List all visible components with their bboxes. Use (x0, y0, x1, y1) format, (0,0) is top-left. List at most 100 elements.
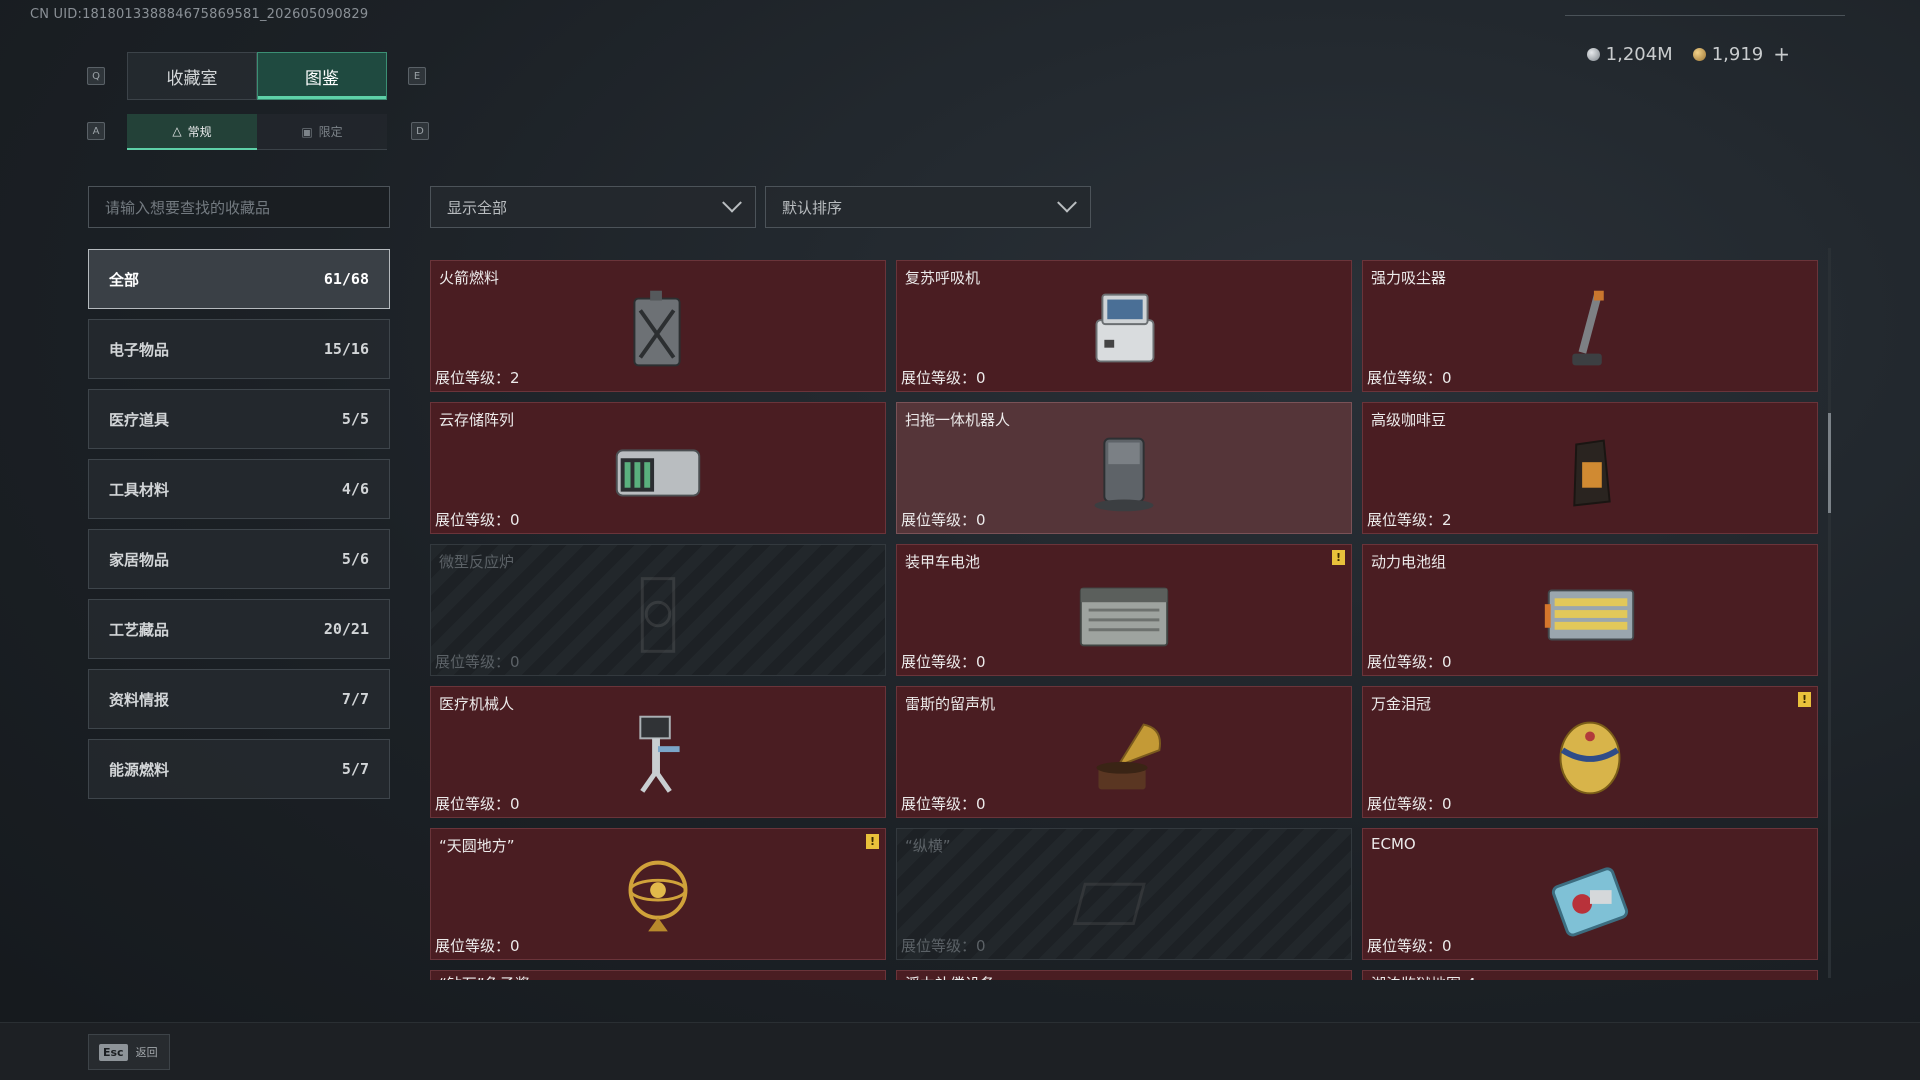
uid-label: CN UID:1818013388846758695​81_2026050908… (30, 7, 369, 22)
collection-item-card[interactable]: 复苏呼吸机 展位等级：0 (896, 260, 1352, 392)
sub-tabs: △ 常规 ▣ 限定 (127, 114, 387, 150)
category-count: 20/21 (323, 620, 369, 638)
item-display-level: 展位等级：2 (435, 369, 520, 387)
category-count: 61/68 (323, 270, 369, 288)
item-display-level: 展位等级：2 (1367, 511, 1452, 529)
ecmo-icon (1525, 843, 1655, 953)
collection-item-card[interactable]: 微型反应炉 展位等级：0 (430, 544, 886, 676)
collection-item-card[interactable]: 火箭燃料 展位等级：2 (430, 260, 886, 392)
collection-item-card[interactable]: “钻石”鱼子酱 (430, 970, 886, 980)
next-tab-key-hint[interactable]: E (408, 67, 426, 85)
category-energy[interactable]: 能源燃料 5/7 (88, 739, 390, 799)
filter-dropdown[interactable]: 显示全部 (430, 186, 756, 228)
alert-badge-icon: ! (1798, 692, 1811, 707)
sort-dropdown[interactable]: 默认排序 (765, 186, 1091, 228)
item-name: 雷斯的留声机 (905, 695, 996, 713)
category-label: 电子物品 (109, 340, 170, 359)
back-label: 返回 (135, 1046, 158, 1059)
category-label: 能源燃料 (109, 760, 170, 779)
item-display-level: 展位等级：0 (1367, 653, 1452, 671)
collection-item-card[interactable]: 扫拖一体机器人 展位等级：0 (896, 402, 1352, 534)
item-name: 高级咖啡豆 (1371, 411, 1447, 429)
vacuum-icon (1525, 275, 1655, 385)
subtab-regular-label: 常规 (187, 124, 212, 139)
collection-item-card[interactable]: 云存储阵列 展位等级：0 (430, 402, 886, 534)
filter-dropdown-value: 显示全部 (447, 198, 508, 217)
category-home[interactable]: 家居物品 5/6 (88, 529, 390, 589)
main-tabs: 收藏室 图鉴 (127, 52, 387, 100)
tab-catalog[interactable]: 图鉴 (257, 52, 387, 100)
item-name: 云存储阵列 (439, 411, 515, 429)
gold-currency[interactable]: 1,919 + (1692, 42, 1790, 66)
category-list: 全部 61/68 电子物品 15/16 医疗道具 5/5 工具材料 4/6 家居物品 5/… (88, 249, 390, 809)
item-display-level: 展位等级：0 (1367, 937, 1452, 955)
collection-item-card[interactable]: 万金泪冠 展位等级：0! (1362, 686, 1818, 818)
gramophone-icon (1059, 701, 1189, 811)
medical-robot-icon (593, 701, 723, 811)
category-label: 医疗道具 (109, 410, 170, 429)
add-currency-button[interactable]: + (1773, 42, 1790, 66)
category-label: 工具材料 (109, 480, 170, 499)
item-name: 复苏呼吸机 (905, 269, 981, 287)
item-display-level: 展位等级：0 (901, 795, 986, 813)
category-count: 5/6 (341, 550, 369, 568)
category-label: 全部 (109, 270, 140, 289)
category-medical[interactable]: 医疗道具 5/5 (88, 389, 390, 449)
item-name: 强力吸尘器 (1371, 269, 1447, 287)
category-electronics[interactable]: 电子物品 15/16 (88, 319, 390, 379)
collection-item-card[interactable]: 浮力补偿设备 (896, 970, 1352, 980)
item-display-level: 展位等级：0 (901, 653, 986, 671)
item-name: 扫拖一体机器人 (905, 411, 1011, 429)
collection-item-card[interactable]: “纵横” 展位等级：0 (896, 828, 1352, 960)
alert-badge-icon: ! (866, 834, 879, 849)
collection-item-card[interactable]: 强力吸尘器 展位等级：0 (1362, 260, 1818, 392)
robot-mop-icon (1059, 417, 1189, 527)
search-input[interactable]: 请输入想要查找的收藏品 (88, 186, 390, 228)
collection-item-card[interactable]: “天圆地方” 展位等级：0! (430, 828, 886, 960)
category-count: 15/16 (323, 340, 369, 358)
collection-item-card[interactable]: 医疗机械人 展位等级：0 (430, 686, 886, 818)
subtab-regular[interactable]: △ 常规 (127, 114, 257, 150)
category-label: 家居物品 (109, 550, 170, 569)
item-name: “天圆地方” (439, 837, 515, 855)
item-display-level: 展位等级：0 (435, 937, 520, 955)
esc-key-icon: Esc (99, 1043, 128, 1061)
collection-item-card[interactable]: ECMO 展位等级：0 (1362, 828, 1818, 960)
scroll-thumb[interactable] (1828, 413, 1831, 513)
header-divider (1565, 15, 1845, 16)
category-crafts[interactable]: 工艺藏品 20/21 (88, 599, 390, 659)
reactor-icon (593, 559, 723, 669)
category-tools[interactable]: 工具材料 4/6 (88, 459, 390, 519)
collection-item-card[interactable]: 高级咖啡豆展位等级：2 (1362, 402, 1818, 534)
gold-amount: 1,919 (1711, 43, 1764, 65)
category-label: 工艺藏品 (109, 620, 170, 639)
subtab-limited-label: 限定 (318, 125, 343, 139)
collection-item-card[interactable]: 湖泊监狱地图-4 (1362, 970, 1818, 980)
fuel-can-icon (593, 275, 723, 385)
prev-tab-key-hint[interactable]: Q (87, 67, 105, 85)
jeweled-egg-icon (1525, 701, 1655, 811)
item-name: 浮力补偿设备 (905, 973, 995, 980)
tab-collection-room[interactable]: 收藏室 (127, 52, 257, 100)
subtab-limited[interactable]: ▣ 限定 (257, 114, 387, 150)
category-all[interactable]: 全部 61/68 (88, 249, 390, 309)
collection-grid: 火箭燃料 展位等级：2 复苏呼吸机 展位等级：0 强力吸尘器 展位等级：0 云存储阵列 展位等… (430, 248, 1820, 980)
sort-dropdown-value: 默认排序 (782, 198, 843, 217)
grid-scrollbar[interactable] (1828, 248, 1831, 978)
item-name: 动力电池组 (1371, 553, 1447, 571)
prev-subtab-key-hint[interactable]: A (87, 122, 105, 140)
collection-item-card[interactable]: 雷斯的留声机展位等级：0 (896, 686, 1352, 818)
item-name: 湖泊监狱地图-4 (1371, 973, 1476, 980)
collection-item-card[interactable]: 动力电池组展位等级：0 (1362, 544, 1818, 676)
item-name: 万金泪冠 (1371, 695, 1432, 713)
item-display-level: 展位等级：0 (435, 795, 520, 813)
category-intel[interactable]: 资料情报 7/7 (88, 669, 390, 729)
back-button[interactable]: Esc 返回 (88, 1034, 170, 1070)
next-subtab-key-hint[interactable]: D (411, 122, 429, 140)
collection-item-card[interactable]: 装甲车电池 展位等级：0! (896, 544, 1352, 676)
silver-amount: 1,204M (1605, 43, 1673, 65)
chevron-down-icon (722, 192, 742, 213)
alert-badge-icon: ! (1332, 550, 1345, 565)
flame-icon: △ (172, 124, 182, 138)
silver-currency: 1,204M (1586, 43, 1673, 65)
